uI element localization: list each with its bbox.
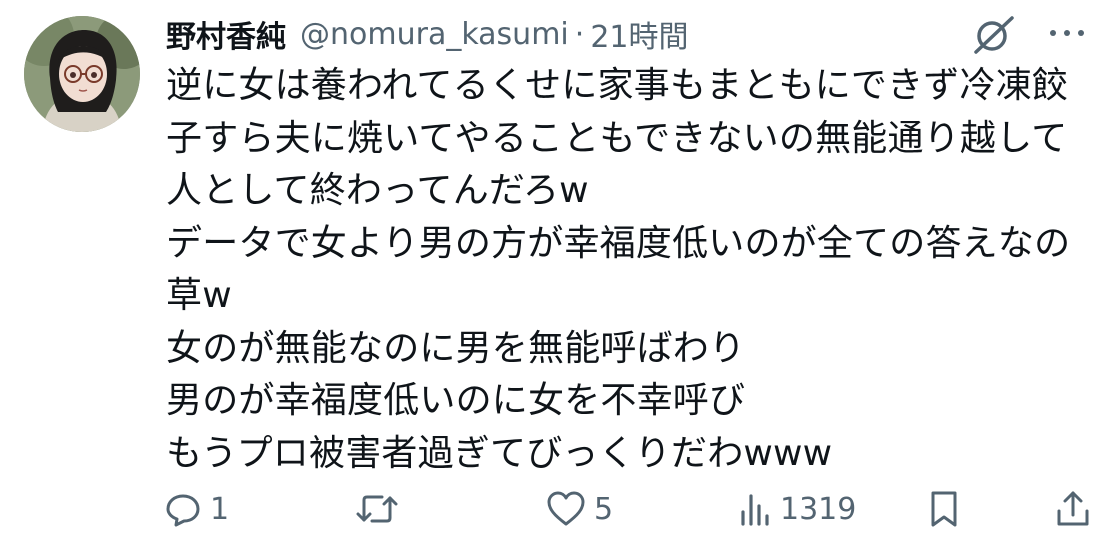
- grok-slash-circle-icon[interactable]: [968, 12, 1018, 58]
- reply-count: 1: [210, 491, 230, 527]
- avatar[interactable]: [24, 16, 140, 132]
- timestamp[interactable]: 21時間: [590, 12, 688, 56]
- like-count: 5: [594, 491, 614, 527]
- action-bar: 1 5 1319: [0, 486, 1098, 532]
- avatar-illustration: [24, 16, 140, 132]
- speech-bubble-icon: [164, 490, 202, 528]
- display-name[interactable]: 野村香純: [166, 12, 286, 56]
- heart-icon: [546, 490, 586, 528]
- bookmark-button[interactable]: [926, 486, 962, 532]
- tweet-line: 草w: [166, 275, 232, 316]
- bar-chart-icon: [738, 490, 772, 528]
- tweet-line: 人として終わってんだろw: [166, 170, 589, 211]
- tweet-header: 野村香純 @nomura_kasumi · 21時間: [166, 10, 1098, 58]
- tweet-line: もうプロ被害者過ぎてびっくりだわwww: [166, 432, 833, 474]
- views-count: 1319: [780, 491, 857, 527]
- ellipsis-icon[interactable]: [1044, 18, 1090, 48]
- repost-button[interactable]: [356, 486, 406, 532]
- tweet-line: データで女より男の方が幸福度低いのが全ての答えなの: [166, 222, 1071, 264]
- share-upload-icon: [1054, 489, 1092, 529]
- views-button[interactable]: 1319: [738, 486, 856, 532]
- share-button[interactable]: [1054, 486, 1092, 532]
- repost-arrows-icon: [356, 490, 398, 528]
- tweet-text: 逆に女は養われてるくせに家事もまともにできず冷凍餃 子すら夫に焼いてやることもで…: [166, 60, 1086, 480]
- tweet-line: 男のが幸福度低いのに女を不幸呼び: [166, 380, 746, 421]
- tweet-line: 逆に女は養われてるくせに家事もまともにできず冷凍餃: [166, 65, 1069, 106]
- reply-button[interactable]: 1: [164, 486, 229, 532]
- tweet-line: 子すら夫に焼いてやることもできないの無能通り越して: [166, 117, 1068, 159]
- tweet-line: 女のが無能なのに男を無能呼ばわり: [166, 327, 746, 369]
- user-handle[interactable]: @nomura_kasumi: [300, 17, 569, 52]
- like-button[interactable]: 5: [546, 486, 613, 532]
- bookmark-icon: [926, 489, 962, 529]
- separator-dot: ·: [574, 16, 585, 52]
